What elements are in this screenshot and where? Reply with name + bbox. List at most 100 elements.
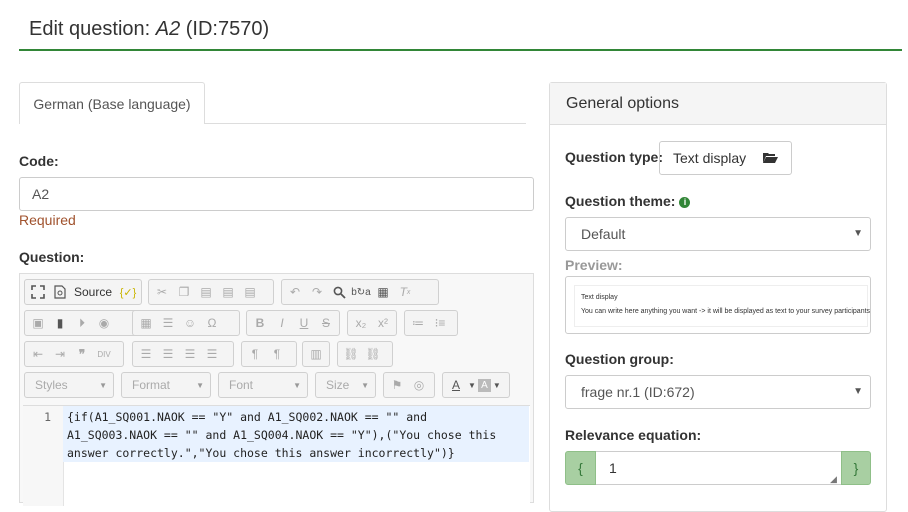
find-icon[interactable] (329, 282, 349, 302)
cut-icon[interactable]: ✂ (152, 282, 172, 302)
paste-icon[interactable]: ▤ (196, 282, 216, 302)
page-title-code: A2 (155, 18, 181, 40)
tab-base-language[interactable]: German (Base language) (19, 82, 205, 124)
styles-combo-label: Styles (35, 378, 68, 392)
toolbar-group-links: ⛓ ⛓ (337, 341, 393, 367)
chevron-down-icon: ▼ (293, 380, 301, 390)
preview-label: Preview: (565, 257, 623, 273)
bold-icon[interactable]: B (250, 313, 270, 333)
preview-box: Text display You can write here anything… (565, 276, 871, 334)
div-container-icon[interactable]: DIV (94, 344, 114, 364)
toolbar-group-document: Source {✓} (24, 279, 142, 305)
chevron-down-icon: ▼ (99, 380, 107, 390)
toolbar-group-basic-style: B I U S (246, 310, 340, 336)
toolbar-group-lists: ≔ ⁝≡ (404, 310, 458, 336)
source-icon[interactable] (50, 282, 70, 302)
relevance-close-brace: } (841, 451, 871, 485)
question-editor: Source {✓} ✂ ❐ ▤ ▤ ▤ ↶ ↷ b↻a ▦ Tx ▣ ▮ ⏵ … (19, 273, 534, 506)
question-theme-label-text: Question theme: (565, 193, 676, 209)
expression-icon[interactable]: {✓} (118, 282, 138, 302)
template-icon[interactable]: ▥ (306, 344, 326, 364)
question-group-select[interactable]: frage nr.1 (ID:672) ▼ (565, 375, 871, 409)
size-combo[interactable]: Size ▼ (315, 372, 376, 398)
copy-icon[interactable]: ❐ (174, 282, 194, 302)
table-icon[interactable]: ▦ (136, 313, 156, 333)
required-message: Required (19, 212, 76, 228)
special-char-icon[interactable]: Ω (202, 313, 222, 333)
align-center-icon[interactable]: ☰ (158, 344, 178, 364)
superscript-icon[interactable]: x² (373, 313, 393, 333)
question-theme-select[interactable]: Default ▼ (565, 217, 871, 251)
styles-combo[interactable]: Styles ▼ (24, 372, 114, 398)
link-media-icon[interactable]: ◉ (94, 313, 114, 333)
unlink-icon[interactable]: ⛓ (363, 344, 383, 364)
question-type-button[interactable]: Text display (659, 141, 792, 175)
page-title: Edit question: A2 (ID:7570) (29, 18, 269, 41)
toolbar-group-clipboard: ✂ ❐ ▤ ▤ ▤ (148, 279, 274, 305)
paste-word-icon[interactable]: ▤ (240, 282, 260, 302)
bullet-list-icon[interactable]: ⁝≡ (430, 313, 450, 333)
chevron-down-icon: ▼ (361, 380, 369, 390)
question-group-label: Question group: (565, 351, 674, 367)
text-color-icon[interactable]: A (446, 375, 466, 395)
undo-icon[interactable]: ↶ (285, 282, 305, 302)
link-icon[interactable]: ⛓ (341, 344, 361, 364)
chevron-down-icon: ▼ (853, 228, 863, 239)
replace-icon[interactable]: b↻a (351, 282, 371, 302)
subscript-icon[interactable]: x₂ (351, 313, 371, 333)
toolbar-group-script: x₂ x² (347, 310, 397, 336)
toolbar-group-insert: ▦ ☰ ☺ Ω (132, 310, 240, 336)
toolbar-group-align: ☰ ☰ ☰ ☰ (132, 341, 234, 367)
tab-divider (205, 123, 526, 124)
relevance-input[interactable]: 1 (596, 451, 841, 485)
source-button[interactable]: Source (74, 285, 112, 299)
flag-icon[interactable]: ⚑ (387, 375, 407, 395)
horizontal-line-icon[interactable]: ☰ (158, 313, 178, 333)
maximize-icon[interactable] (28, 282, 48, 302)
align-left-icon[interactable]: ☰ (136, 344, 156, 364)
source-code-area[interactable]: 1 {if(A1_SQ001.NAOK == "Y" and A1_SQ002.… (23, 405, 530, 506)
outdent-icon[interactable]: ⇤ (28, 344, 48, 364)
align-justify-icon[interactable]: ☰ (202, 344, 222, 364)
indent-icon[interactable]: ⇥ (50, 344, 70, 364)
blockquote-icon[interactable]: ❞ (72, 344, 92, 364)
remove-format-icon[interactable]: Tx (395, 282, 415, 302)
redo-icon[interactable]: ↷ (307, 282, 327, 302)
code-line-highlight[interactable]: {if(A1_SQ001.NAOK == "Y" and A1_SQ002.NA… (63, 406, 529, 462)
toolbar-group-editing: ↶ ↷ b↻a ▦ Tx (281, 279, 439, 305)
code-line-2: A1_SQ003.NAOK == "" and A1_SQ004.NAOK ==… (67, 428, 497, 442)
strike-icon[interactable]: S (316, 313, 336, 333)
paste-text-icon[interactable]: ▤ (218, 282, 238, 302)
numbered-list-icon[interactable]: ≔ (408, 313, 428, 333)
select-all-icon[interactable]: ▦ (373, 282, 393, 302)
ltr-icon[interactable]: ¶ (245, 344, 265, 364)
line-number: 1 (44, 410, 51, 424)
relevance-open-brace: { (565, 451, 596, 485)
chevron-down-icon: ▼ (196, 380, 204, 390)
font-combo-label: Font (229, 378, 254, 392)
toolbar-group-colors: A ▼ A ▼ (442, 372, 510, 398)
rtl-icon[interactable]: ¶ (267, 344, 287, 364)
image-icon[interactable]: ▣ (28, 313, 48, 333)
page-title-id: (ID:7570) (180, 18, 270, 40)
info-icon[interactable]: i (679, 197, 691, 208)
folder-open-icon (763, 151, 778, 167)
video-icon[interactable]: ⏵ (72, 313, 92, 333)
italic-icon[interactable]: I (272, 313, 292, 333)
preview-text: You can write here anything you want -> … (581, 308, 871, 315)
page-title-prefix: Edit question: (29, 18, 156, 40)
font-combo[interactable]: Font ▼ (218, 372, 308, 398)
preview-frame: Text display You can write here anything… (574, 285, 871, 327)
background-color-icon[interactable]: A (477, 378, 491, 392)
question-type-label: Question type: (565, 149, 664, 165)
code-input[interactable]: A2 (19, 177, 534, 211)
globe-icon[interactable]: ◎ (409, 375, 429, 395)
question-theme-value: Default (581, 226, 626, 242)
chevron-down-icon: ▼ (853, 386, 863, 397)
align-right-icon[interactable]: ☰ (180, 344, 200, 364)
flash-icon[interactable]: ▮ (50, 313, 70, 333)
format-combo[interactable]: Format ▼ (121, 372, 211, 398)
resize-handle-icon[interactable]: ◢ (830, 474, 837, 485)
underline-icon[interactable]: U (294, 313, 314, 333)
smiley-icon[interactable]: ☺ (180, 313, 200, 333)
